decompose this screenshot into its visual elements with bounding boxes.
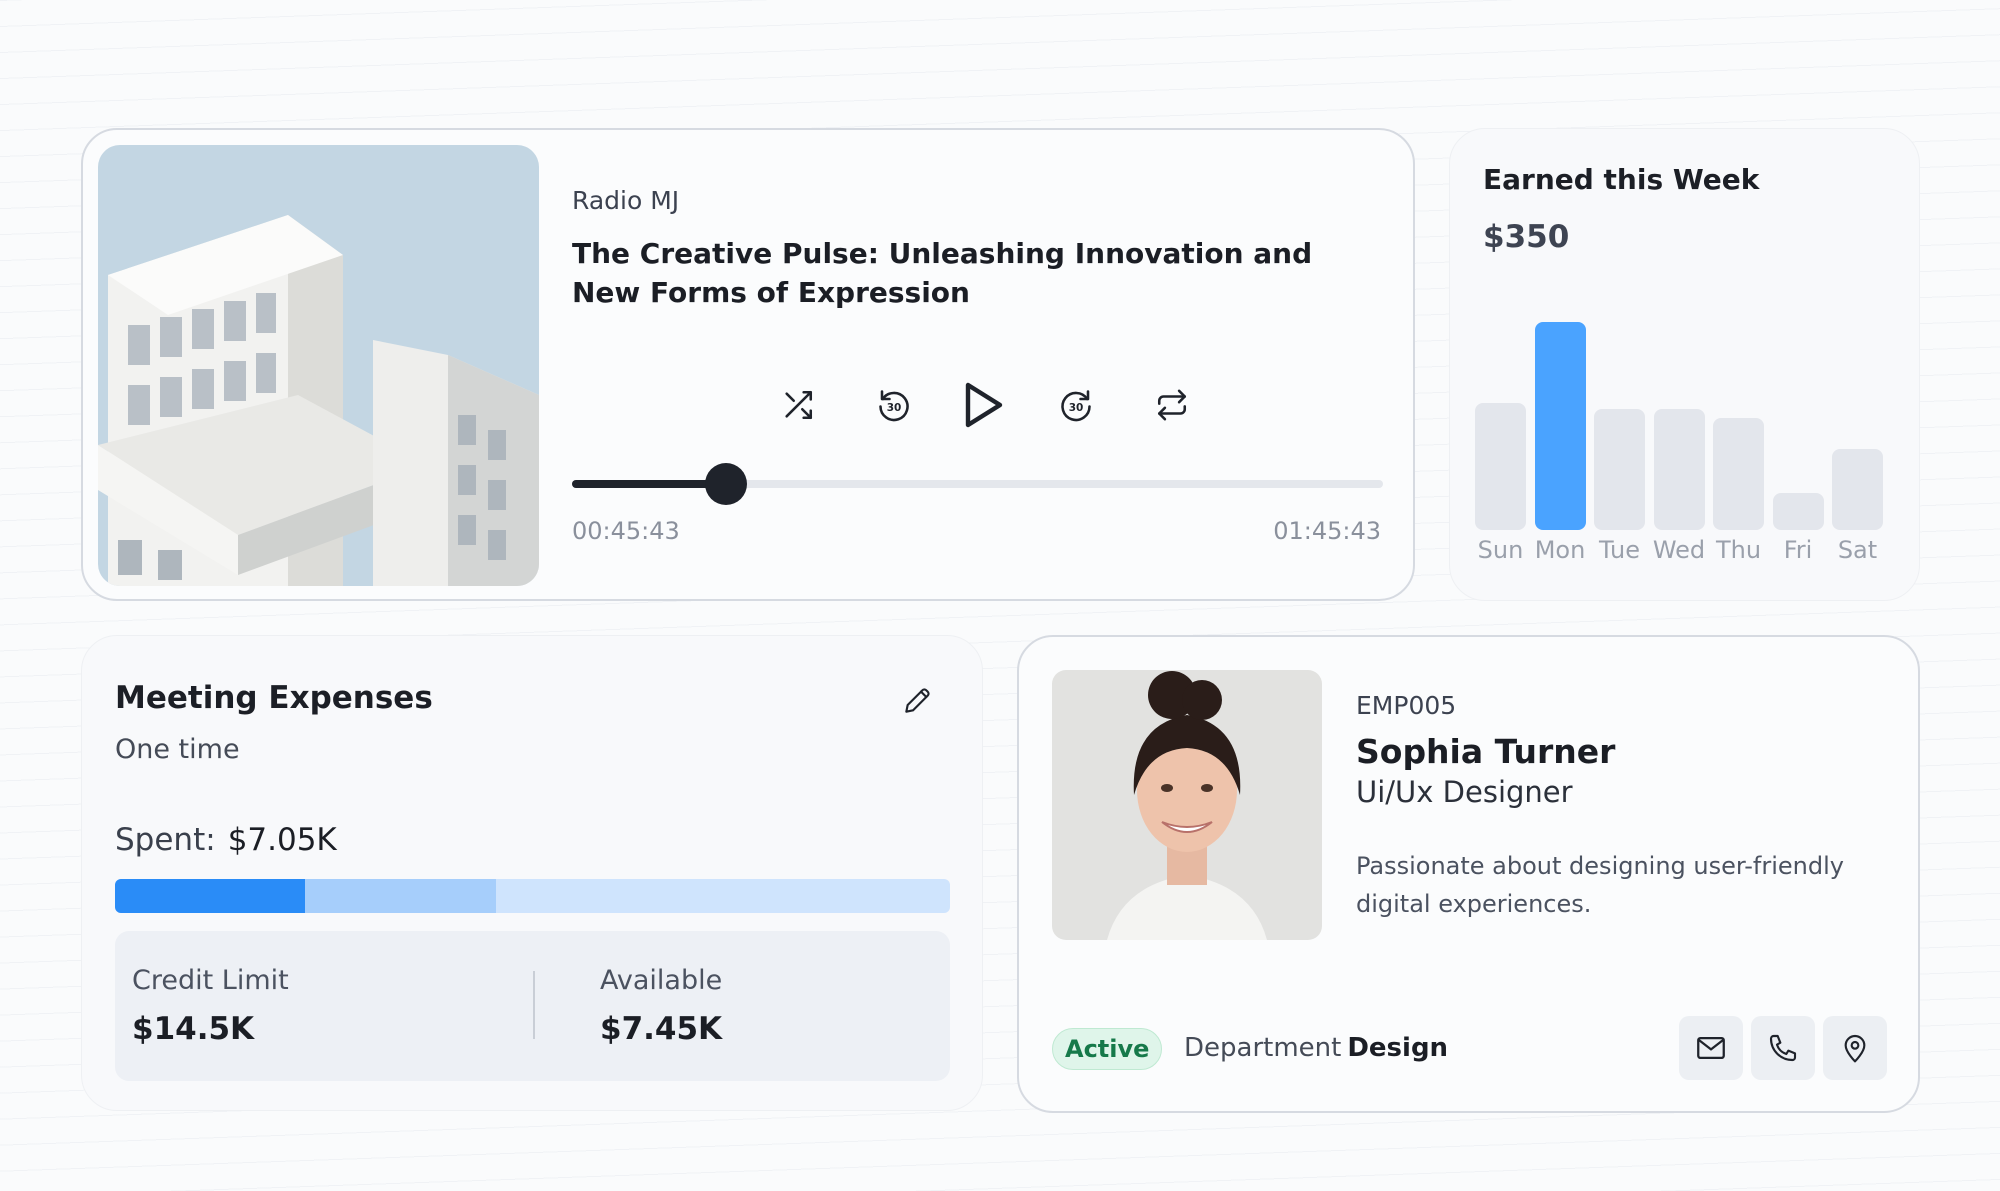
bar-thu: [1713, 418, 1764, 530]
forward-30-icon[interactable]: 30: [1041, 365, 1111, 445]
svg-text:30: 30: [1069, 402, 1084, 414]
mail-icon[interactable]: [1679, 1016, 1743, 1080]
day-label-sun: Sun: [1477, 536, 1524, 564]
album-cover-image: [98, 145, 539, 586]
playback-controls: 30 30: [763, 365, 1303, 445]
status-badge: Active: [1052, 1028, 1163, 1070]
bar-mon: [1534, 322, 1586, 530]
day-label-wed: Wed: [1652, 536, 1706, 564]
department-row: Department Design: [1184, 1033, 1448, 1063]
bar-sun: [1475, 403, 1526, 530]
svg-text:30: 30: [887, 402, 902, 414]
day-label-thu: Thu: [1715, 536, 1762, 564]
total-time: 01:45:43: [1273, 517, 1381, 545]
location-pin-icon[interactable]: [1823, 1016, 1887, 1080]
bar-tue: [1594, 409, 1645, 530]
earnings-amount: $350: [1483, 219, 1570, 255]
seek-handle[interactable]: [705, 463, 748, 505]
day-label-sat: Sat: [1837, 536, 1878, 564]
expenses-frequency: One time: [115, 734, 240, 765]
progress-segment-2: [305, 879, 496, 913]
employee-bio: Passionate about designing user-friendly…: [1356, 852, 1844, 918]
bar-fri: [1772, 493, 1824, 530]
employee-name: Sophia Turner: [1356, 732, 1616, 771]
credit-summary: Credit Limit $14.5K Available $7.45K: [115, 931, 950, 1081]
bar-wed: [1653, 409, 1705, 530]
credit-divider: [533, 971, 535, 1039]
meeting-expenses-card: Meeting Expenses One time Spent: $7.05K C…: [81, 635, 983, 1111]
available-value: $7.45K: [600, 1011, 723, 1047]
weekly-earnings-card: Earned this Week $350 Sun Mon Tue Wed Thu Fri…: [1449, 128, 1920, 601]
department-label: Department: [1184, 1033, 1342, 1063]
spending-progress-bar: [115, 879, 950, 913]
episode-title: The Creative Pulse: Unleashing Innovatio…: [572, 237, 1313, 309]
progress-segment-1: [115, 879, 306, 913]
shuffle-icon[interactable]: [763, 365, 833, 445]
expenses-title: Meeting Expenses: [115, 680, 433, 716]
credit-limit-value: $14.5K: [132, 1011, 255, 1047]
repeat-icon[interactable]: [1137, 365, 1207, 445]
station-name: Radio MJ: [572, 186, 680, 215]
spent-row: Spent: $7.05K: [115, 822, 337, 858]
day-label-mon: Mon: [1534, 536, 1586, 564]
seek-progress: [572, 480, 727, 488]
employee-id: EMP005: [1356, 691, 1457, 720]
current-time: 00:45:43: [572, 517, 680, 545]
earnings-title: Earned this Week: [1483, 163, 1760, 196]
edit-pencil-icon[interactable]: [897, 681, 937, 721]
spent-value: $7.05K: [227, 822, 337, 858]
available-label: Available: [600, 965, 723, 996]
day-label-fri: Fri: [1783, 536, 1813, 564]
employee-photo: [1052, 670, 1322, 940]
bar-sat: [1832, 449, 1883, 530]
spent-label: Spent:: [115, 822, 216, 858]
earnings-bar-chart: Sun Mon Tue Wed Thu Fri Sat: [1475, 304, 1895, 564]
employee-profile-card: EMP005 Sophia Turner Ui/Ux Designer Pass…: [1017, 635, 1920, 1113]
rewind-30-icon[interactable]: 30: [859, 365, 929, 445]
seek-bar[interactable]: [572, 463, 1383, 505]
day-label-tue: Tue: [1599, 536, 1640, 564]
credit-limit-label: Credit Limit: [132, 965, 289, 996]
podcast-player-card: Radio MJ The Creative Pulse: Unleashing …: [81, 128, 1415, 601]
department-value: Design: [1347, 1033, 1449, 1063]
employee-role: Ui/Ux Designer: [1356, 775, 1573, 809]
phone-icon[interactable]: [1751, 1016, 1815, 1080]
play-icon[interactable]: [947, 365, 1017, 445]
